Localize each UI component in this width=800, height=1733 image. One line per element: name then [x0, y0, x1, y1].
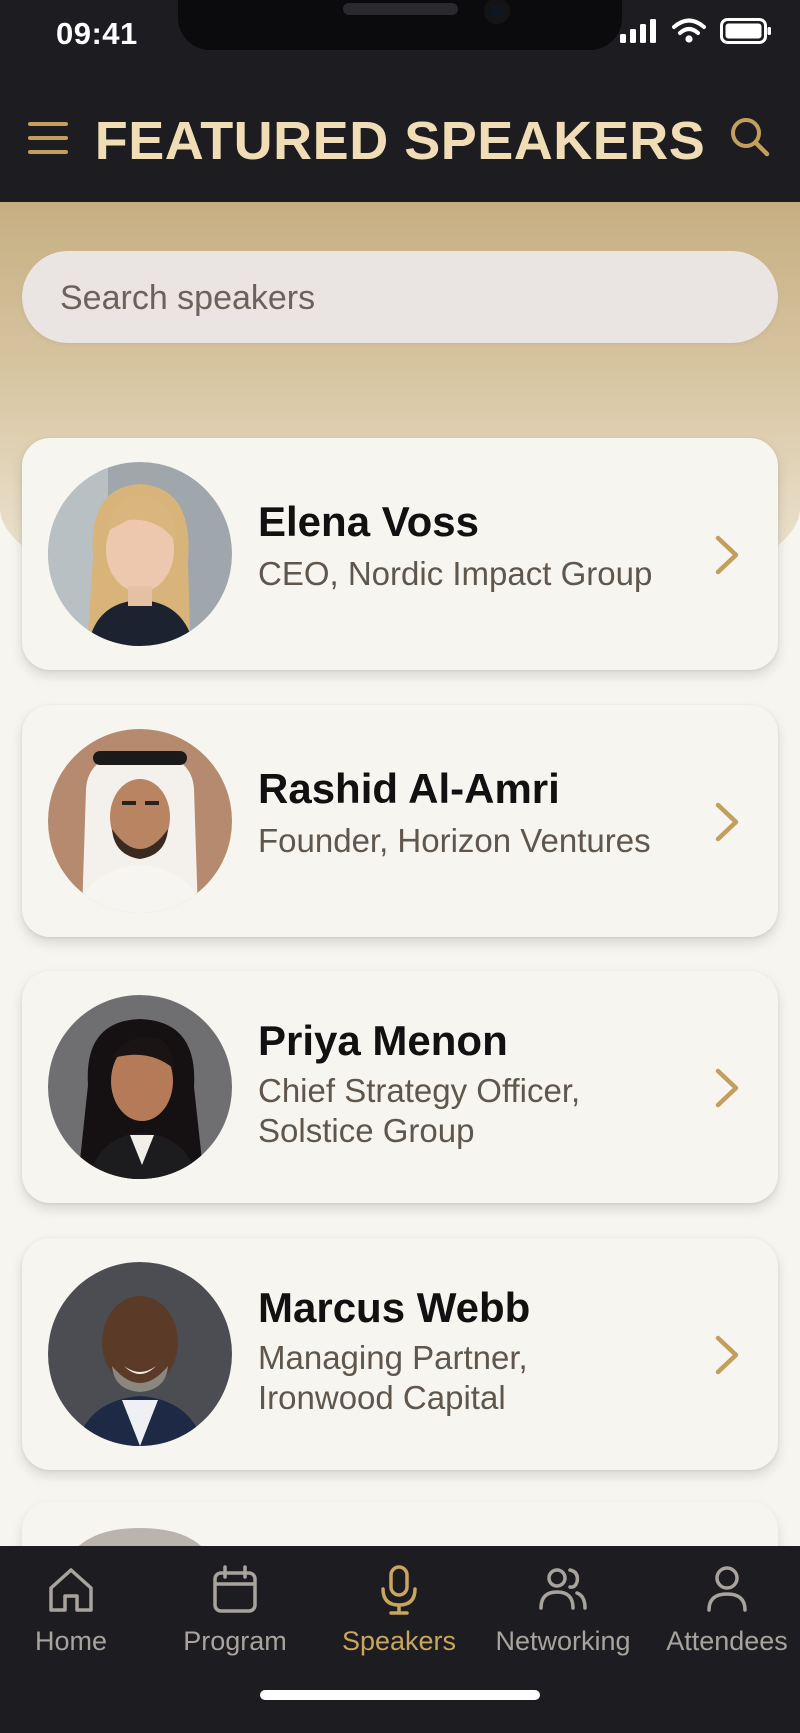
tab-label: Home — [34, 1626, 108, 1656]
calendar-icon — [213, 1565, 257, 1613]
speaker-name: Priya Menon — [258, 1017, 508, 1064]
chevron-right-icon[interactable] — [712, 1334, 742, 1376]
earpiece — [343, 3, 458, 15]
speaker-role: Founder, Horizon Ventures — [258, 822, 651, 859]
front-camera — [484, 0, 510, 24]
tab-label: Program — [183, 1626, 287, 1656]
tab-program[interactable]: Program — [155, 1564, 315, 1664]
home-icon — [49, 1568, 93, 1612]
speaker-name: Marcus Webb — [258, 1284, 531, 1331]
speaker-card[interactable]: Rashid Al-Amri Founder, Horizon Ventures — [22, 705, 778, 937]
battery-icon — [720, 18, 771, 44]
phone-screen: 09:41 FEATURED SPEAKERS Search speakers … — [0, 0, 800, 1733]
search-button[interactable] — [728, 115, 772, 159]
bottom-tab-bar: Home Program Speakers Networking Attende… — [0, 1546, 800, 1733]
cellular-signal-icon — [620, 19, 656, 43]
device-notch — [178, 0, 622, 50]
chevron-right-icon[interactable] — [712, 1067, 742, 1109]
speaker-photo — [48, 462, 232, 646]
speaker-photo — [48, 729, 232, 913]
speaker-card[interactable]: Elena Voss CEO, Nordic Impact Group — [22, 438, 778, 670]
speaker-photo — [48, 995, 232, 1179]
microphone-icon — [381, 1565, 417, 1615]
search-input[interactable] — [58, 251, 742, 345]
speaker-name: Rashid Al-Amri — [258, 765, 560, 812]
wifi-icon — [672, 18, 706, 43]
status-icons — [620, 18, 772, 44]
tab-speakers[interactable]: Speakers — [319, 1564, 479, 1664]
search-field[interactable] — [22, 251, 778, 345]
page-title: FEATURED SPEAKERS — [94, 111, 706, 171]
speaker-name: Elena Voss — [258, 498, 479, 545]
tab-home[interactable]: Home — [0, 1564, 151, 1664]
tab-label: Attendees — [666, 1626, 788, 1656]
speaker-role-line-2: Solstice Group — [258, 1112, 475, 1149]
speaker-card[interactable]: Priya Menon Chief Strategy Officer, Sols… — [22, 971, 778, 1203]
tab-label: Networking — [495, 1626, 631, 1656]
speaker-role-line-2: Ironwood Capital — [258, 1379, 506, 1416]
people-icon — [539, 1568, 587, 1610]
speaker-role-line-1: Managing Partner, — [258, 1339, 528, 1376]
app-header: 09:41 FEATURED SPEAKERS — [0, 0, 800, 202]
speaker-role-line-1: Chief Strategy Officer, — [258, 1072, 581, 1109]
person-icon — [707, 1566, 747, 1612]
speaker-card[interactable]: Marcus Webb Managing Partner, Ironwood C… — [22, 1238, 778, 1470]
chevron-right-icon[interactable] — [712, 534, 742, 576]
speaker-photo — [48, 1262, 232, 1446]
speaker-role: CEO, Nordic Impact Group — [258, 555, 653, 592]
tab-label: Speakers — [341, 1626, 457, 1656]
search-icon — [731, 118, 770, 157]
tab-attendees[interactable]: Attendees — [647, 1564, 800, 1664]
chevron-right-icon[interactable] — [712, 801, 742, 843]
home-indicator[interactable] — [260, 1690, 540, 1700]
status-time: 09:41 — [56, 16, 138, 51]
tab-networking[interactable]: Networking — [483, 1564, 643, 1664]
